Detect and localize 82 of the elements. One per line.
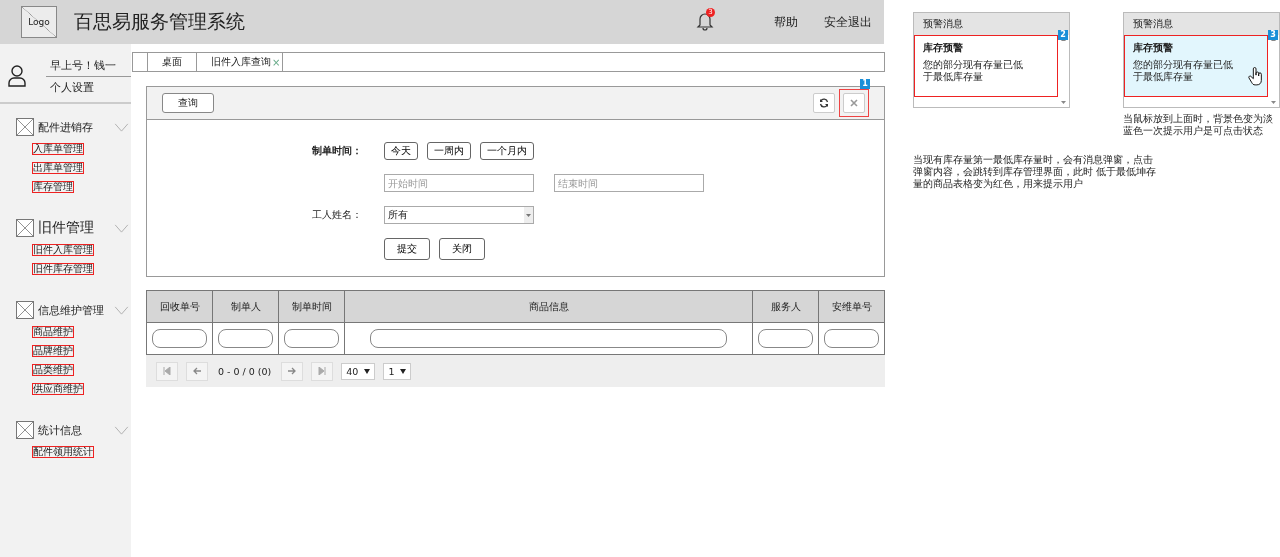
page-size-select[interactable]: 40 <box>341 362 376 380</box>
scroll-down-icon[interactable] <box>1058 99 1069 107</box>
user-greeting: 早上号！钱一 <box>46 54 131 77</box>
group-placeholder-icon <box>16 301 34 319</box>
group-placeholder-icon <box>16 118 34 136</box>
next-page-button[interactable] <box>281 361 304 381</box>
close-button[interactable] <box>843 93 865 113</box>
date-range-button[interactable]: 一周内 <box>427 142 471 160</box>
menu-group-title[interactable]: 旧件管理 <box>38 219 110 237</box>
annotation-marker: 2 <box>1058 30 1068 40</box>
left-arrow-icon <box>193 367 201 375</box>
header-link[interactable]: 帮助 <box>774 13 798 31</box>
right-arrow-icon <box>288 367 297 375</box>
annotation-marker: 3 <box>1268 30 1278 40</box>
page-tab[interactable]: 桌面 <box>147 53 196 71</box>
menu-item[interactable]: 品类维护 <box>32 364 74 376</box>
previous-page-button[interactable] <box>186 361 208 381</box>
logo: Logo <box>21 6 57 38</box>
message-heading: 库存预警 <box>923 41 964 55</box>
menu-group-title[interactable]: 统计信息 <box>38 422 110 438</box>
field-label: 制单时间： <box>311 144 362 158</box>
close-icon <box>849 98 859 108</box>
cell-field[interactable] <box>758 329 813 348</box>
worker-select[interactable]: 所有 <box>384 206 534 224</box>
page-range: 0 - 0 / 0 (0) <box>218 365 272 377</box>
page-select[interactable]: 1 <box>383 362 412 380</box>
menu-item[interactable]: 旧件库存管理 <box>32 263 94 275</box>
cell-field[interactable] <box>824 329 879 348</box>
menu-group-title[interactable]: 信息维护管理 <box>38 302 110 318</box>
annotation-note: 当鼠标放到上面时，背景色变为淡蓝色一次提示用户是可点击状态 <box>1123 113 1274 137</box>
end-date-field[interactable]: 结束时间 <box>554 174 704 192</box>
app-title: 百思易服务管理系统 <box>74 9 246 34</box>
column-header: 安维单号 <box>818 290 885 323</box>
first-page-button[interactable] <box>156 361 178 381</box>
column-header: 商品信息 <box>344 290 753 323</box>
column-header: 服务人 <box>752 290 819 323</box>
warning-message[interactable]: 库存预警 您的部分现有存量已低于最低库存量 <box>1124 35 1268 97</box>
menu-item[interactable]: 商品维护 <box>32 326 74 338</box>
refresh-button[interactable] <box>813 93 835 113</box>
menu-group-title[interactable]: 配件进销存 <box>38 119 110 135</box>
field-label: 工人姓名： <box>311 208 362 222</box>
form-button[interactable]: 关闭 <box>439 238 485 260</box>
hand-cursor-icon <box>1248 66 1264 86</box>
form-button[interactable]: 提交 <box>384 238 430 260</box>
message-body: 您的部分现有存量已低于最低库存量 <box>1133 59 1234 83</box>
header-link[interactable]: 安全退出 <box>824 13 872 31</box>
refresh-icon <box>819 98 829 108</box>
menu-item[interactable]: 旧件入库管理 <box>32 244 94 256</box>
scroll-down-icon[interactable] <box>1268 99 1279 107</box>
group-placeholder-icon <box>16 219 34 237</box>
menu-item[interactable]: 品牌维护 <box>32 345 74 357</box>
column-header: 回收单号 <box>146 290 213 323</box>
start-date-field[interactable]: 开始时间 <box>384 174 534 192</box>
user-icon <box>8 65 26 87</box>
annotation-note: 当现有库存量第一最低库存量时，会有消息弹窗，点击弹窗内容，会跳转到库存管理界面，此时 低于最低坤存量的商品表格变为红色，用来提示用户 <box>913 154 1158 190</box>
menu-item[interactable]: 库存管理 <box>32 181 74 193</box>
cell-field[interactable] <box>152 329 207 348</box>
settings-link[interactable]: 个人设置 <box>46 76 131 98</box>
dropdown-caret-icon <box>524 207 533 223</box>
last-page-button[interactable] <box>311 361 334 381</box>
menu-item[interactable]: 出库单管理 <box>32 162 84 174</box>
group-placeholder-icon <box>16 421 34 439</box>
first-page-icon <box>163 367 171 375</box>
menu-item[interactable]: 供应商维护 <box>32 383 84 395</box>
warning-message[interactable]: 库存预警 您的部分现有存量已低于最低库存量 <box>914 35 1058 97</box>
message-body: 您的部分现有存量已低于最低库存量 <box>923 59 1024 83</box>
date-range-button[interactable]: 一个月内 <box>480 142 534 160</box>
column-header: 制单时间 <box>278 290 345 323</box>
cell-field[interactable] <box>218 329 273 348</box>
page-tab[interactable]: 旧件入库查询× <box>196 53 284 71</box>
caret-icon <box>364 368 371 374</box>
query-tab[interactable]: 查询 <box>162 93 214 113</box>
date-range-button[interactable]: 今天 <box>384 142 418 160</box>
cell-field[interactable] <box>370 329 727 348</box>
column-header: 制单人 <box>212 290 279 323</box>
menu-item[interactable]: 配件领用统计 <box>32 446 94 458</box>
caret-icon <box>400 368 407 374</box>
message-heading: 库存预警 <box>1133 41 1174 55</box>
cell-field[interactable] <box>284 329 339 348</box>
annotation-marker: 1 <box>860 79 870 89</box>
menu-item[interactable]: 入库单管理 <box>32 143 84 155</box>
last-page-icon <box>318 367 327 375</box>
